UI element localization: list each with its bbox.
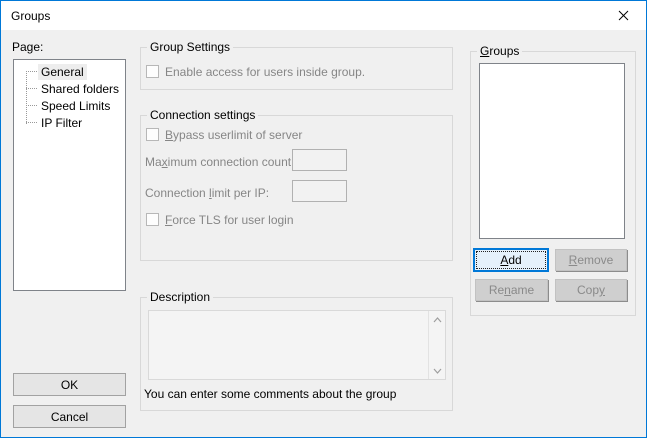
connection-settings-title: Connection settings (147, 108, 259, 122)
ip-limit-input (292, 180, 347, 202)
scroll-down-icon (429, 363, 445, 378)
close-button[interactable] (601, 1, 646, 30)
window-title: Groups (11, 8, 51, 23)
groups-dialog: Groups Page: General Shared folders Spee… (0, 0, 647, 438)
groups-listbox[interactable] (479, 63, 625, 239)
scroll-up-icon (429, 312, 445, 327)
title-bar: Groups (1, 1, 646, 30)
close-icon (618, 10, 629, 21)
add-button[interactable]: Add (473, 248, 549, 272)
enable-access-checkbox (146, 65, 159, 78)
copy-button: Cop y (555, 279, 627, 301)
ip-limit-label: Connection limit per IP: (145, 186, 270, 200)
tree-item-ip-filter[interactable]: IP Filter (14, 114, 125, 131)
remove-button: Remove (555, 249, 627, 271)
cancel-button[interactable]: Cancel (13, 405, 126, 428)
force-tls-label: Force TLS for user login (165, 213, 294, 227)
groups-title: Groups (477, 44, 523, 58)
enable-access-label: Enable access for users inside group. (165, 65, 366, 79)
tree-item-shared-folders[interactable]: Shared folders (14, 80, 125, 97)
page-label: Page: (12, 40, 44, 54)
force-tls-checkbox (146, 213, 159, 226)
bypass-userlimit-label: Bypass userlimit of server (165, 128, 303, 142)
description-caption: You can enter some comments about the gr… (144, 387, 397, 401)
description-title: Description (147, 290, 214, 304)
bypass-userlimit-checkbox (146, 128, 159, 141)
max-connections-label: Maximum connection count: (145, 155, 295, 169)
description-textarea (148, 310, 446, 380)
textarea-scrollbar (428, 311, 445, 379)
max-connections-input (292, 149, 347, 171)
tree-item-general[interactable]: General (14, 63, 125, 80)
group-settings-title: Group Settings (147, 40, 234, 54)
page-tree[interactable]: General Shared folders Speed Limits IP F… (13, 59, 126, 291)
rename-button: Re n ame (475, 279, 548, 301)
tree-item-speed-limits[interactable]: Speed Limits (14, 97, 125, 114)
ok-button[interactable]: OK (13, 373, 126, 396)
